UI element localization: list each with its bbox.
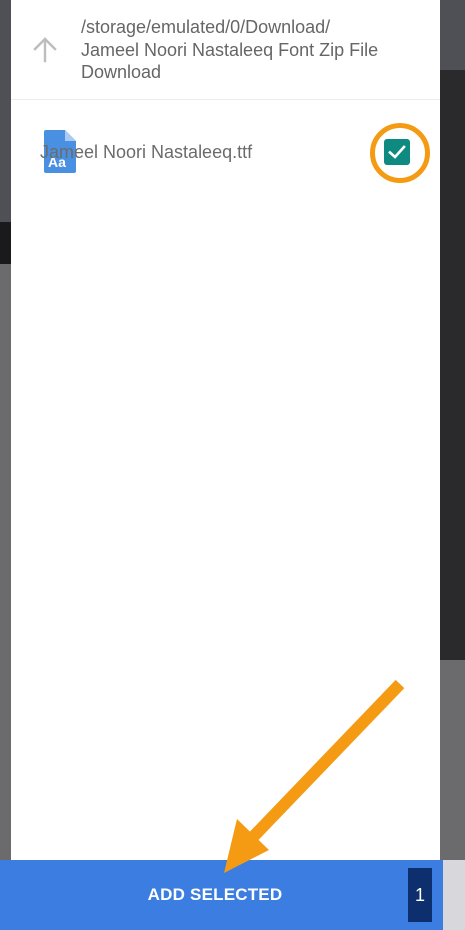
file-picker-dialog: /storage/emulated/0/Download/ Jameel Noo… [11,0,440,930]
parent-directory-row[interactable]: /storage/emulated/0/Download/ Jameel Noo… [11,0,440,100]
selected-count-badge: 1 [408,868,432,922]
file-list-item[interactable]: Aa Jameel Noori Nastaleeq.ttf [11,101,440,201]
file-select-checkbox[interactable] [384,139,410,165]
background-app-side-panel [439,70,465,660]
add-selected-button[interactable]: ADD SELECTED [0,860,430,930]
file-name-label: Jameel Noori Nastaleeq.ttf [40,142,253,162]
current-path-text: /storage/emulated/0/Download/ Jameel Noo… [81,17,379,82]
dialog-footer: ADD SELECTED 1 [0,860,443,930]
arrow-up-icon[interactable] [31,36,59,64]
